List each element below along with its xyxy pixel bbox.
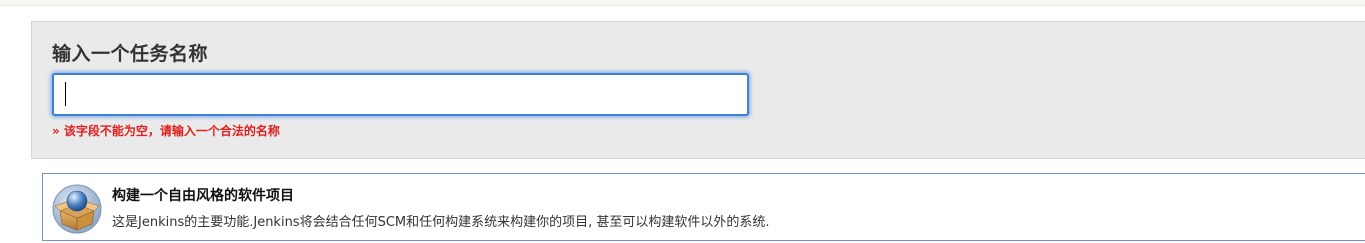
text-caret bbox=[65, 82, 66, 106]
item-name-input[interactable] bbox=[52, 73, 749, 116]
job-type-description: 这是Jenkins的主要功能.Jenkins将会结合任何SCM和任何构建系统来构… bbox=[112, 215, 770, 230]
job-type-title: 构建一个自由风格的软件项目 bbox=[112, 188, 294, 204]
validation-error-message: » 该字段不能为空，请输入一个合法的名称 bbox=[52, 124, 280, 138]
freestyle-project-icon bbox=[52, 184, 102, 234]
item-name-heading: 输入一个任务名称 bbox=[52, 43, 209, 65]
top-strip bbox=[0, 0, 1365, 6]
job-type-freestyle-project[interactable]: 构建一个自由风格的软件项目 这是Jenkins的主要功能.Jenkins将会结合… bbox=[42, 173, 1365, 241]
item-name-panel: 输入一个任务名称 » 该字段不能为空，请输入一个合法的名称 bbox=[31, 21, 1365, 159]
